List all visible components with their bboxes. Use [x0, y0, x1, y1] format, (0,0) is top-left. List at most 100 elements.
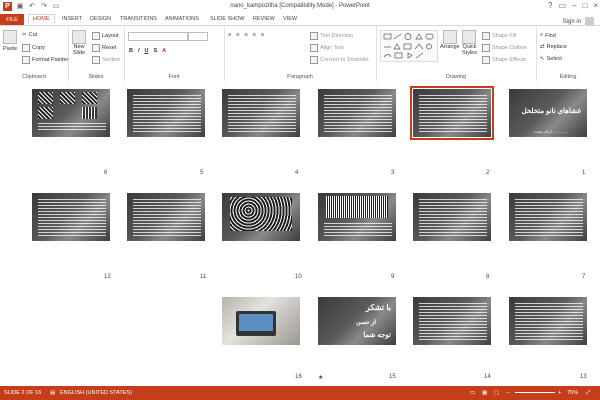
find-button[interactable]: ⌕ Find [540, 32, 556, 39]
new-slide-button[interactable]: New Slide [72, 30, 86, 56]
fit-to-window-icon[interactable]: ⤢ [586, 390, 590, 397]
slide-thumbnail-2[interactable] [410, 86, 494, 140]
slide-thumbnail-3[interactable] [318, 89, 396, 137]
shape-fill-label: Shape Fill [492, 33, 517, 39]
slide-thumbnail-7[interactable] [509, 193, 587, 241]
slide-sorter-view-icon[interactable]: ▦ [482, 390, 487, 396]
slide-thumbnail-13[interactable] [509, 297, 587, 345]
tab-file[interactable]: FILE [0, 14, 24, 25]
quick-styles-button[interactable]: Quick Styles [462, 30, 477, 56]
slide-text-lines [324, 95, 392, 132]
slide-number: 4 [295, 170, 299, 176]
slide-image [38, 92, 53, 104]
shape-effects-button[interactable]: Shape Effects [482, 56, 526, 64]
shape-outline-icon [482, 44, 490, 52]
zoom-out-icon[interactable]: – [506, 390, 509, 396]
slide-text-lines [133, 199, 201, 236]
reading-view-icon[interactable]: ▢ [494, 390, 499, 396]
replace-button[interactable]: ⇄ Replace [540, 44, 567, 50]
paste-button[interactable]: Paste [3, 30, 17, 52]
copy-button[interactable]: Copy [22, 44, 45, 52]
slide-thumbnail-5[interactable] [127, 89, 205, 137]
tab-view[interactable]: VIEW [283, 16, 297, 22]
tab-design[interactable]: DESIGN [90, 16, 111, 22]
maximize-icon[interactable]: □ [582, 1, 587, 10]
format-painter-button[interactable]: Format Painter [22, 56, 68, 64]
tab-home[interactable]: HOME [28, 14, 55, 23]
strikethrough-icon[interactable]: S [154, 48, 158, 54]
slide-thumbnail-1[interactable]: غشاهای نانو متخلخل ارائه دهنده : .......… [509, 89, 587, 137]
tab-animations[interactable]: ANIMATIONS [165, 16, 199, 22]
slide-thumbnail-9[interactable] [318, 193, 396, 241]
cut-button[interactable]: ✂ Cut [22, 32, 37, 38]
font-size-combo[interactable] [188, 32, 208, 41]
shape-fill-icon [482, 32, 490, 40]
underline-icon[interactable]: U [145, 48, 149, 54]
slide-thumbnail-14[interactable] [413, 297, 491, 345]
tab-slide-show[interactable]: SLIDE SHOW [210, 16, 245, 22]
slide-thumbnail-6[interactable] [32, 89, 110, 137]
slide-text: با تشکر [365, 303, 391, 312]
minimize-icon[interactable]: – [572, 1, 576, 10]
zoom-in-icon[interactable]: + [558, 390, 561, 396]
slide-image [60, 92, 75, 104]
section-button[interactable]: Section [92, 56, 120, 64]
align-text-button[interactable]: Align Text [310, 44, 344, 52]
shape-fill-button[interactable]: Shape Fill [482, 32, 516, 40]
status-bar: SLIDE 2 OF 16 ▤ ENGLISH (UNITED STATES) … [0, 386, 600, 400]
cut-label: Cut [28, 32, 38, 38]
align-text-label: Align Text [320, 45, 344, 51]
numbering-icon[interactable]: ≡ [236, 32, 239, 38]
slide-thumbnail-8[interactable] [413, 193, 491, 241]
font-color-icon[interactable]: A [162, 48, 166, 54]
convert-smartart-button[interactable]: Convert to SmartArt [310, 56, 369, 64]
notes-view-icon[interactable]: ▭ [470, 390, 475, 396]
tab-review[interactable]: REVIEW [253, 16, 275, 22]
reset-button[interactable]: Reset [92, 44, 116, 52]
new-slide-icon [72, 30, 86, 44]
quick-styles-label-2: Styles [462, 50, 477, 56]
language-status[interactable]: ENGLISH (UNITED STATES) [60, 390, 132, 396]
slide-number: 8 [486, 274, 490, 280]
slide-number: 6 [104, 170, 108, 176]
bullets-icon[interactable]: ≡ [228, 32, 231, 38]
layout-button[interactable]: Layout [92, 32, 119, 40]
tab-insert[interactable]: INSERT [62, 16, 82, 22]
shapes-gallery[interactable] [380, 30, 438, 62]
select-label: Select [546, 56, 562, 62]
slide-thumbnail-16[interactable] [222, 297, 300, 345]
ribbon-display-icon[interactable]: ▭ [558, 1, 566, 10]
help-icon[interactable]: ? [548, 1, 552, 10]
bold-icon[interactable]: B [129, 48, 133, 54]
reset-icon [92, 44, 100, 52]
slide-text: توجه شما [363, 332, 391, 339]
slide-number: 12 [104, 274, 111, 280]
slides-group-label: Slides [88, 74, 104, 80]
font-name-combo[interactable] [128, 32, 188, 41]
text-direction-button[interactable]: Text Direction [310, 32, 353, 40]
slide-text-lines [324, 223, 392, 236]
ribbon: Paste ✂ Cut Copy Format Painter Clipboard… [0, 25, 600, 82]
align-center-icon[interactable]: ≡ [253, 32, 256, 38]
slide-number: 11 [200, 274, 207, 280]
align-right-icon[interactable]: ≡ [261, 32, 264, 38]
align-left-icon[interactable]: ≡ [244, 32, 247, 38]
shape-outline-button[interactable]: Shape Outline [482, 44, 527, 52]
slide-image [326, 196, 388, 218]
select-button[interactable]: ↖ Select [540, 56, 562, 62]
zoom-slider[interactable] [515, 392, 555, 393]
slide-thumbnail-10[interactable] [222, 193, 300, 241]
slide-transition-star-icon: ★ [318, 375, 324, 381]
slide-thumbnail-4[interactable] [222, 89, 300, 137]
arrange-button[interactable]: Arrange [440, 30, 460, 50]
tab-transitions[interactable]: TRANSITIONS [120, 16, 157, 22]
spellcheck-icon[interactable]: ▤ [50, 390, 55, 396]
slide-thumbnail-12[interactable] [32, 193, 110, 241]
slide-thumbnail-15[interactable]: با تشکر از حسن توجه شما [318, 297, 396, 345]
italic-icon[interactable]: I [138, 48, 140, 54]
slide-thumbnail-11[interactable] [127, 193, 205, 241]
zoom-level[interactable]: 75% [567, 390, 578, 396]
arrange-label: Arrange [440, 44, 460, 50]
slides-group: New Slide Layout Reset Section Slides [68, 26, 125, 81]
close-icon[interactable]: × [593, 1, 598, 10]
